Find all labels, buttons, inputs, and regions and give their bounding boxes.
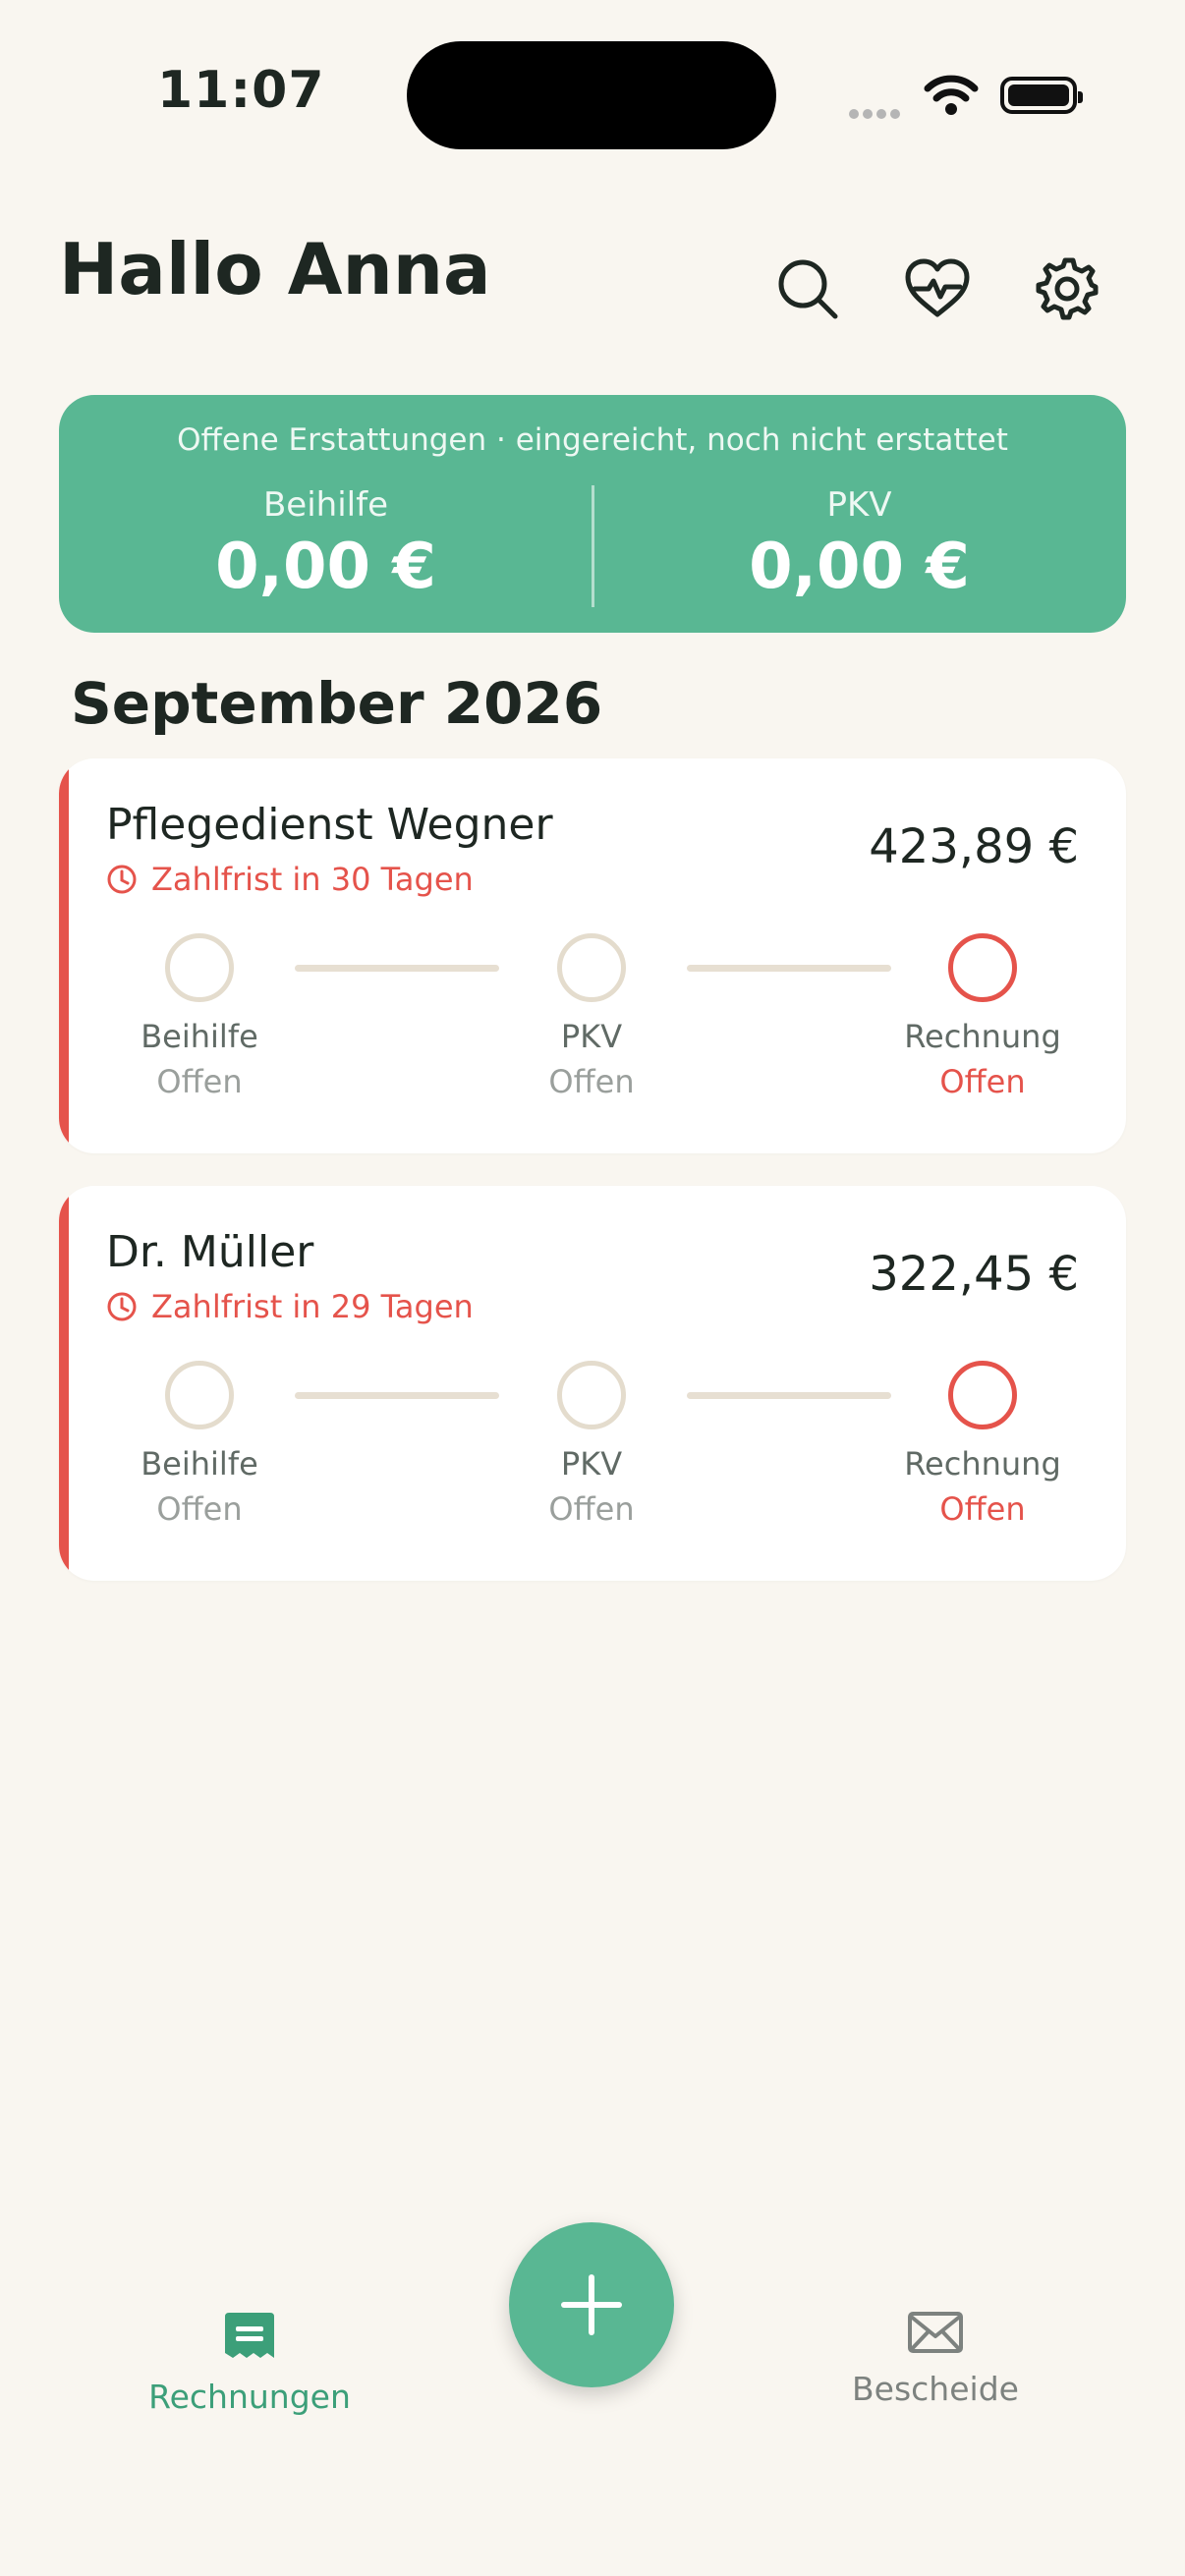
step-status: Offen: [548, 1490, 635, 1528]
battery-icon: [1000, 77, 1083, 114]
step-status: Offen: [939, 1490, 1026, 1528]
step-status: Offen: [156, 1063, 243, 1100]
step-beihilfe: Beihilfe Offen: [111, 1361, 288, 1528]
beihilfe-label: Beihilfe: [262, 485, 389, 525]
beihilfe-value: 0,00 €: [215, 531, 436, 603]
dynamic-island: [407, 41, 776, 149]
step-label: Beihilfe: [141, 1445, 258, 1483]
step-label: PKV: [560, 1018, 623, 1055]
payment-deadline: Zahlfrist in 29 Tagen: [106, 1288, 474, 1325]
invoice-card[interactable]: Dr. Müller 322,45 € Zahlfrist in 29 Tage…: [59, 1186, 1126, 1581]
step-rechnung: Rechnung Offen: [894, 933, 1071, 1100]
search-icon[interactable]: [768, 250, 847, 328]
step-status: Offen: [548, 1063, 635, 1100]
invoice-provider: Dr. Müller: [106, 1227, 314, 1277]
step-connector: [687, 1392, 891, 1399]
status-time: 11:07: [157, 61, 325, 120]
deadline-text: Zahlfrist in 30 Tagen: [151, 861, 474, 898]
step-label: Rechnung: [904, 1445, 1061, 1483]
step-label: Beihilfe: [141, 1018, 258, 1055]
pkv-value: 0,00 €: [749, 531, 970, 603]
step-connector: [295, 1392, 499, 1399]
clock-icon: [107, 865, 137, 894]
open-reimbursements-card[interactable]: Offene Erstattungen · eingereicht, noch …: [59, 395, 1126, 633]
step-connector: [687, 965, 891, 972]
nav-rechnungen[interactable]: Rechnungen: [122, 2311, 377, 2416]
cellular-signal-icon: [849, 104, 908, 119]
deadline-text: Zahlfrist in 29 Tagen: [151, 1288, 474, 1325]
step-circle: [165, 1361, 234, 1429]
envelope-icon: [908, 2312, 963, 2353]
nav-rechnungen-label: Rechnungen: [148, 2378, 351, 2416]
nav-bescheide[interactable]: Bescheide: [808, 2311, 1063, 2408]
step-circle: [557, 933, 626, 1002]
step-beihilfe: Beihilfe Offen: [111, 933, 288, 1100]
summary-title: Offene Erstattungen · eingereicht, noch …: [177, 422, 1008, 458]
overdue-indicator: [59, 1186, 69, 1581]
invoice-amount: 322,45 €: [869, 1247, 1079, 1302]
step-circle: [165, 933, 234, 1002]
step-pkv: PKV Offen: [503, 933, 680, 1100]
clock-icon: [107, 1292, 137, 1321]
step-label: PKV: [560, 1445, 623, 1483]
step-status: Offen: [156, 1490, 243, 1528]
invoice-amount: 423,89 €: [869, 819, 1079, 874]
step-circle: [948, 933, 1017, 1002]
step-label: Rechnung: [904, 1018, 1061, 1055]
greeting-title: Hallo Anna: [59, 228, 491, 310]
add-invoice-button[interactable]: [509, 2222, 674, 2387]
heart-pulse-icon[interactable]: [898, 250, 977, 328]
payment-deadline: Zahlfrist in 30 Tagen: [106, 861, 474, 898]
step-status: Offen: [939, 1063, 1026, 1100]
month-heading: September 2026: [71, 670, 603, 737]
step-connector: [295, 965, 499, 972]
plus-icon: [561, 2274, 622, 2335]
receipt-icon: [225, 2313, 274, 2358]
wifi-icon: [924, 75, 979, 120]
step-rechnung: Rechnung Offen: [894, 1361, 1071, 1528]
step-circle: [948, 1361, 1017, 1429]
gear-icon[interactable]: [1028, 250, 1106, 328]
step-pkv: PKV Offen: [503, 1361, 680, 1528]
overdue-indicator: [59, 758, 69, 1153]
invoice-provider: Pflegedienst Wegner: [106, 800, 553, 850]
invoice-card[interactable]: Pflegedienst Wegner 423,89 € Zahlfrist i…: [59, 758, 1126, 1153]
pkv-label: PKV: [826, 485, 892, 525]
step-circle: [557, 1361, 626, 1429]
nav-bescheide-label: Bescheide: [852, 2370, 1019, 2408]
